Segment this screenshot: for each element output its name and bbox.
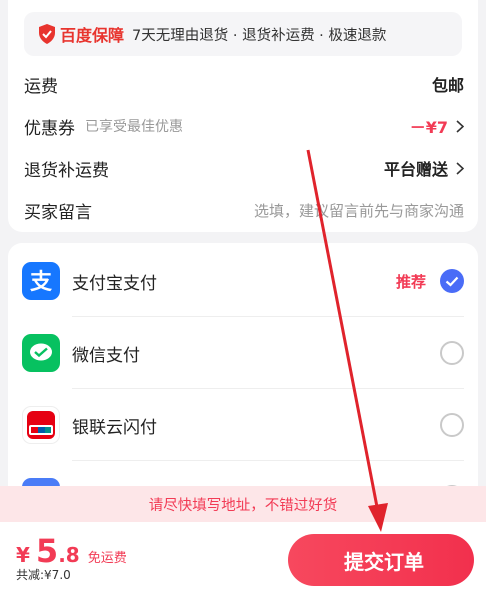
return-shipping-row[interactable]: 退货补运费 平台赠送 bbox=[24, 148, 464, 188]
check-icon bbox=[445, 276, 459, 287]
radio-unselected[interactable] bbox=[440, 341, 464, 365]
wechat-pay-icon bbox=[22, 334, 60, 372]
coupon-value: －¥7 bbox=[409, 118, 448, 137]
payment-option-alipay[interactable]: 支 支付宝支付 推荐 bbox=[22, 245, 464, 317]
payment-label: 银联云闪付 bbox=[72, 417, 157, 438]
guarantee-text: 7天无理由退货 · 退货补运费 · 极速退款 bbox=[132, 27, 387, 44]
payment-label: 微信支付 bbox=[72, 345, 140, 366]
recommend-badge: 推荐 bbox=[395, 272, 426, 291]
payment-option-unionpay[interactable]: 银联云闪付 bbox=[22, 389, 464, 461]
shipping-label: 运费 bbox=[24, 76, 58, 97]
svg-text:支: 支 bbox=[30, 270, 53, 294]
coupon-hint: 已享受最佳优惠 bbox=[85, 119, 183, 135]
buyer-note-row[interactable]: 买家留言 选填，建议留言前先与商家沟通 bbox=[24, 190, 464, 230]
chevron-right-icon bbox=[456, 161, 464, 175]
guarantee-banner[interactable]: 百度保障 7天无理由退货 · 退货补运费 · 极速退款 bbox=[24, 12, 462, 56]
buyer-note-input[interactable]: 选填，建议留言前先与商家沟通 bbox=[254, 200, 464, 221]
total-saved: 共减:¥7.0 bbox=[16, 568, 71, 582]
price-decimal: .8 bbox=[58, 543, 80, 567]
chevron-right-icon bbox=[456, 119, 464, 133]
shipping-value: 包邮 bbox=[431, 76, 464, 95]
unionpay-icon bbox=[22, 406, 60, 444]
banner-text: 请尽快填写地址，不错过好货 bbox=[148, 497, 338, 514]
alipay-icon: 支 bbox=[22, 262, 60, 300]
address-reminder-banner: 请尽快填写地址，不错过好货 bbox=[0, 486, 486, 522]
shipping-row: 运费 包邮 bbox=[24, 64, 464, 104]
buyer-note-label: 买家留言 bbox=[24, 202, 92, 223]
payment-label: 支付宝支付 bbox=[72, 273, 157, 294]
free-shipping-label: 免运费 bbox=[87, 551, 127, 566]
order-info-card: 百度保障 7天无理由退货 · 退货补运费 · 极速退款 运费 包邮 优惠券 已享… bbox=[8, 0, 478, 232]
shield-icon bbox=[39, 24, 55, 44]
payment-option-wechat[interactable]: 微信支付 bbox=[22, 317, 464, 389]
price-integer: 5 bbox=[35, 532, 59, 570]
return-shipping-label: 退货补运费 bbox=[24, 160, 109, 181]
submit-order-button[interactable]: 提交订单 bbox=[288, 534, 474, 586]
radio-unselected[interactable] bbox=[440, 413, 464, 437]
coupon-label: 优惠券 bbox=[24, 118, 75, 139]
submit-label: 提交订单 bbox=[344, 551, 424, 574]
total-price: ¥ 5 .8 免运费 bbox=[16, 532, 127, 570]
return-shipping-value: 平台赠送 bbox=[383, 160, 448, 179]
currency-symbol: ¥ bbox=[16, 543, 30, 567]
coupon-row[interactable]: 优惠券 已享受最佳优惠 －¥7 bbox=[24, 106, 464, 146]
bottom-bar: ¥ 5 .8 免运费 共减:¥7.0 提交订单 bbox=[0, 522, 486, 606]
radio-selected[interactable] bbox=[440, 269, 464, 293]
guarantee-brand: 百度保障 bbox=[60, 26, 125, 45]
